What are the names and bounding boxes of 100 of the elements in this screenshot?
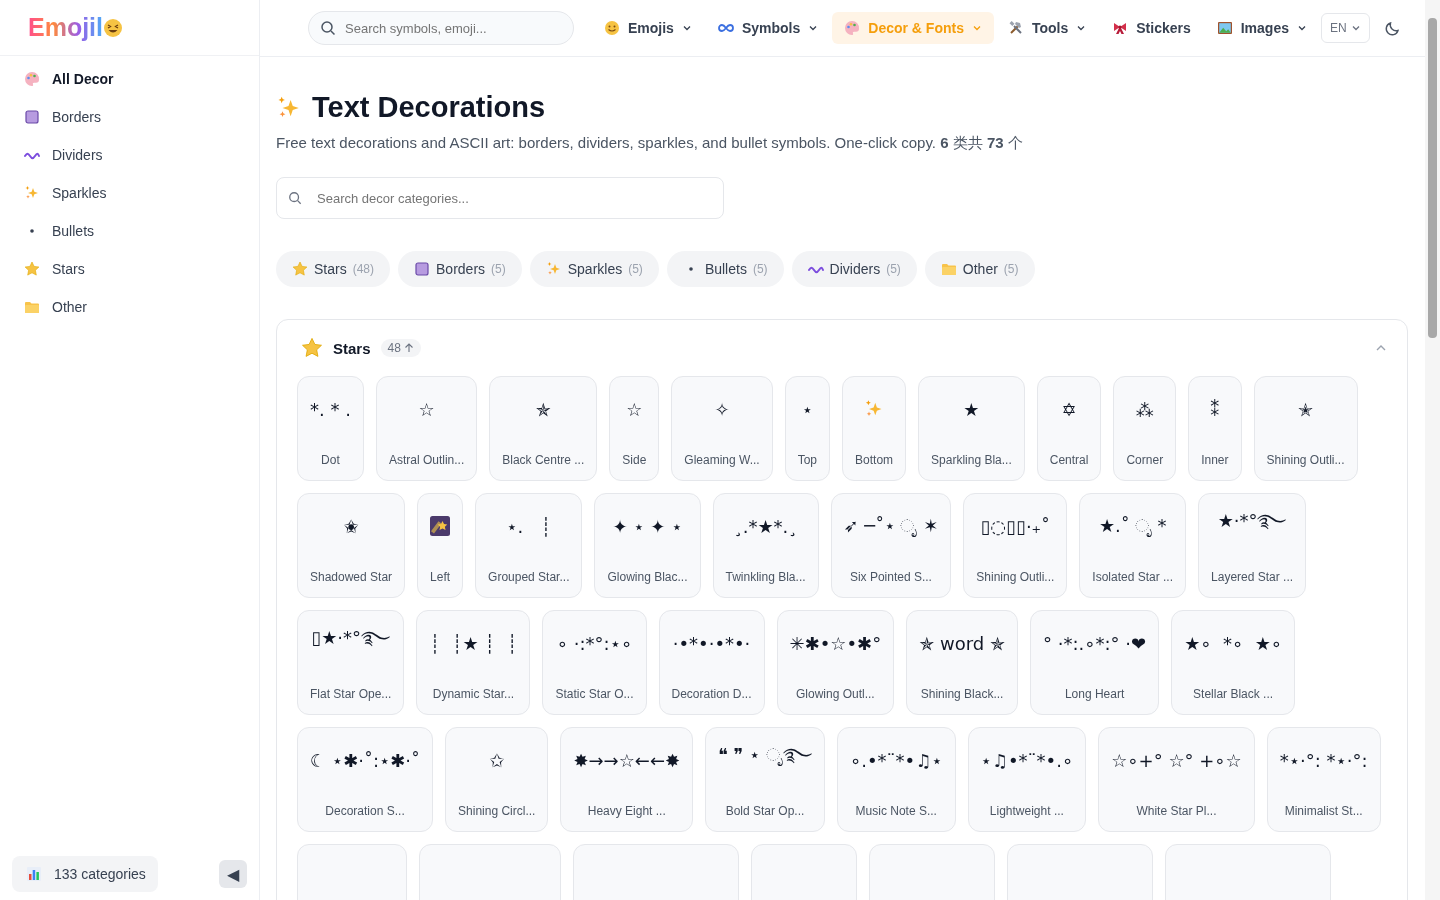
collapse-button[interactable]: ◀ xyxy=(219,860,247,888)
symbol-card[interactable]: ★.˚ ೃ * Isolated Star ... xyxy=(1079,493,1187,598)
symbol-text: ★.˚ ೃ * xyxy=(1098,514,1167,539)
category-chip[interactable]: Bullets (5) xyxy=(666,251,784,287)
symbol-text: ☆∘+° ☆° +∘☆ xyxy=(1111,748,1242,773)
symbol-name: Shining Circl... xyxy=(458,804,536,818)
symbol-text: ⋆♫•*¨*•.∘ xyxy=(980,748,1074,773)
symbol-card[interactable]: ☾ ⋆✱·˚:⋆✱·˚ Decoration S... xyxy=(297,727,434,832)
symbol-name: Bold Star Op... xyxy=(725,804,805,818)
symbol-name: Top xyxy=(797,453,818,467)
symbol-name: Inner xyxy=(1201,453,1229,467)
symbol-name: Decoration S... xyxy=(325,804,405,818)
symbol-card[interactable]: ⁑ Inner xyxy=(1188,376,1242,481)
sidebar-item[interactable]: All Decor xyxy=(12,62,247,96)
symbol-card[interactable]: ° ·*:.∘*:° ·❤ Long Heart xyxy=(1030,610,1160,715)
symbol-name: Shining Black... xyxy=(920,687,1004,701)
symbol-text: ★∘ *∘ ★∘ xyxy=(1184,631,1283,656)
symbol-card[interactable]: ☆ Astral Outlin... xyxy=(375,376,478,481)
folder-icon xyxy=(940,261,957,277)
symbol-card[interactable]: ✸→→☆←←✸ Heavy Eight ... xyxy=(560,727,694,832)
symbol-card[interactable]: ▯★·*°࿐ Flat Star Ope... xyxy=(297,610,405,715)
symbol-card[interactable]: Bottom xyxy=(842,376,907,481)
symbol-name: Twinkling Bla... xyxy=(725,570,806,584)
sidebar-item[interactable]: Other xyxy=(12,290,247,324)
symbol-card[interactable]: ∘.•*¨*•♫⋆ Music Note S... xyxy=(836,727,956,832)
search-field[interactable]: Search decor categories... xyxy=(276,177,724,219)
category-chip[interactable]: Dividers (5) xyxy=(791,251,917,287)
category-chip[interactable]: Stars (48) xyxy=(276,251,391,287)
smiley-icon xyxy=(604,20,620,36)
symbol-text: *⋆·°: *⋆·°: xyxy=(1279,748,1368,773)
search-field[interactable]: Search symbols, emoji... xyxy=(308,11,574,45)
symbol-card[interactable]: ✬ Shadowed Star xyxy=(297,493,406,598)
symbol-text: ☆ xyxy=(626,397,643,422)
nav-menu-item[interactable]: Emojis xyxy=(592,12,704,44)
symbol-card[interactable]: ★·*°࿐ Layered Star ... xyxy=(1198,493,1307,598)
nav-menu-item[interactable]: Symbols xyxy=(705,12,831,44)
categories-count[interactable]: 133 categories xyxy=(12,856,158,892)
symbol-card[interactable]: *. * . Dot xyxy=(297,376,364,481)
language-select[interactable]: EN xyxy=(1321,13,1370,43)
sidebar-item[interactable]: Borders xyxy=(12,100,247,134)
symbol-card[interactable]: ➶ ─˚⋆ ೃ ✶ Six Pointed S... xyxy=(830,493,952,598)
symbol-name: Shining Outli... xyxy=(976,570,1055,584)
symbol-card[interactable]: ✭ Shining Outli... xyxy=(1253,376,1358,481)
symbol-name: Static Star O... xyxy=(555,687,634,701)
star-icon xyxy=(301,337,323,359)
symbol-card[interactable]: ✳✱•☆•✱° Glowing Outl... xyxy=(776,610,895,715)
symbol-card[interactable]: ✧ Gleaming W... xyxy=(671,376,773,481)
symbol-card[interactable]: ✯ word ✯ Shining Black... xyxy=(906,610,1019,715)
symbol-card[interactable]: ¸.*★*.¸ Twinkling Bla... xyxy=(712,493,819,598)
sidebar-item[interactable]: Dividers xyxy=(12,138,247,172)
symbol-text: ✩ xyxy=(489,748,505,773)
nav-menu-item[interactable]: Images xyxy=(1204,12,1319,44)
symbol-name: Decoration D... xyxy=(671,687,752,701)
symbol-card[interactable]: ·•*•·•*•· Decoration D... xyxy=(658,610,765,715)
sidebar-item[interactable]: Stars xyxy=(12,252,247,286)
grinning-face-icon xyxy=(103,17,123,38)
sidebar-item[interactable]: Sparkles xyxy=(12,176,247,210)
symbol-card[interactable]: ✯ Black Centre ... xyxy=(489,376,598,481)
symbol-name: Glowing Blac... xyxy=(607,570,688,584)
symbol-name: Corner xyxy=(1126,453,1164,467)
symbol-name: Music Note S... xyxy=(855,804,937,818)
symbol-card[interactable]: ⋆. ┊ Grouped Star... xyxy=(475,493,583,598)
symbol-card[interactable]: ⋆♫•*¨*•.∘ Lightweight ... xyxy=(967,727,1087,832)
category-chip[interactable]: Other (5) xyxy=(924,251,1035,287)
scrollbar[interactable] xyxy=(1425,0,1440,900)
symbol-card[interactable]: *⋆·°: *⋆·°: Minimalist St... xyxy=(1266,727,1381,832)
nav-menu-item[interactable]: Tools xyxy=(995,12,1099,44)
symbol-card[interactable]: ⋆ Top xyxy=(784,376,831,481)
symbol-card[interactable]: ✦ ⋆ ✦ ⋆ Glowing Blac... xyxy=(594,493,701,598)
symbol-card[interactable]: ★∘ *∘ ★∘ Stellar Black ... xyxy=(1171,610,1296,715)
symbol-card[interactable]: ∘ ·:*°:⋆∘ Static Star O... xyxy=(542,610,647,715)
symbol-name: Minimalist St... xyxy=(1284,804,1363,818)
symbol-name: Gleaming W... xyxy=(684,453,760,467)
symbol-card[interactable]: ☆∘+° ☆° +∘☆ White Star Pl... xyxy=(1098,727,1255,832)
category-chip[interactable]: Borders (5) xyxy=(398,251,522,287)
symbol-text: *. * . xyxy=(310,397,351,422)
symbol-text: ┊ ┊★ ┊ ┊ xyxy=(429,631,518,656)
symbol-name: Shadowed Star xyxy=(310,570,393,584)
nav-menu-item[interactable]: Stickers xyxy=(1100,12,1203,44)
symbol-card[interactable]: Left xyxy=(417,493,464,598)
square-icon xyxy=(24,109,40,125)
moon-icon[interactable] xyxy=(1383,19,1402,37)
symbol-card[interactable]: ❝ ❞ ⋆ ◌ೃ࿐ Bold Star Op... xyxy=(705,727,825,832)
symbol-card[interactable]: ★ Sparkling Bla... xyxy=(918,376,1025,481)
symbol-text: ⋆. ┊ xyxy=(506,514,552,539)
symbol-card[interactable]: ✩ Shining Circl... xyxy=(445,727,549,832)
symbol-card[interactable]: ▯◌▯▯·₊˚ Shining Outli... xyxy=(963,493,1068,598)
symbol-name: Long Heart xyxy=(1064,687,1125,701)
symbol-name: Central xyxy=(1049,453,1089,467)
symbol-card[interactable]: ┊ ┊★ ┊ ┊ Dynamic Star... xyxy=(416,610,531,715)
palette-icon xyxy=(24,71,40,87)
folder-icon xyxy=(24,299,40,315)
category-chip[interactable]: Sparkles (5) xyxy=(529,251,659,287)
symbol-card[interactable]: ✡ Central xyxy=(1036,376,1102,481)
square-icon xyxy=(414,261,431,277)
symbol-card[interactable]: ⁂ Corner xyxy=(1113,376,1177,481)
symbol-name: Layered Star ... xyxy=(1211,570,1294,584)
symbol-name: Flat Star Ope... xyxy=(310,687,392,701)
sidebar-item[interactable]: Bullets xyxy=(12,214,247,248)
symbol-card[interactable]: ☆ Side xyxy=(609,376,660,481)
